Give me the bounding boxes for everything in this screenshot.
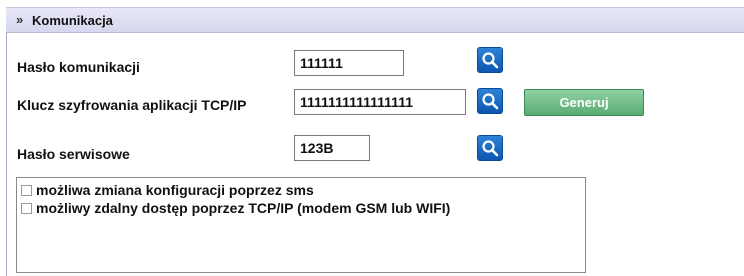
- magnifier-icon: [482, 52, 499, 69]
- magnifier-icon: [482, 140, 499, 157]
- checkbox-remote-access[interactable]: [21, 202, 32, 214]
- options-list: możliwa zmiana konfiguracji poprzez sms …: [16, 177, 586, 273]
- tcpip-key-label: Klucz szyfrowania aplikacji TCP/IP: [17, 97, 247, 113]
- service-password-field[interactable]: 123B: [294, 135, 370, 161]
- communication-password-label: Hasło komunikacji: [17, 59, 140, 75]
- search-button-service-password[interactable]: [477, 135, 503, 161]
- double-chevron-up-icon[interactable]: »: [16, 12, 23, 27]
- search-button-communication-password[interactable]: [477, 47, 503, 73]
- magnifier-icon: [482, 93, 499, 110]
- section-title: Komunikacja: [32, 13, 113, 28]
- search-button-tcpip-key[interactable]: [477, 88, 503, 114]
- service-password-label: Hasło serwisowe: [17, 146, 130, 162]
- tcpip-key-field[interactable]: 1111111111111111: [294, 89, 466, 115]
- option-label: możliwa zmiana konfiguracji poprzez sms: [36, 182, 314, 198]
- section-header-komunikacja[interactable]: » Komunikacja: [6, 7, 744, 33]
- option-remote-access[interactable]: możliwy zdalny dostęp poprzez TCP/IP (mo…: [21, 199, 450, 217]
- option-sms-config[interactable]: możliwa zmiana konfiguracji poprzez sms: [21, 181, 314, 199]
- generate-button[interactable]: Generuj: [524, 89, 644, 116]
- option-label: możliwy zdalny dostęp poprzez TCP/IP (mo…: [36, 200, 451, 216]
- communication-password-field[interactable]: 111111: [294, 50, 404, 76]
- checkbox-sms-config[interactable]: [21, 184, 32, 196]
